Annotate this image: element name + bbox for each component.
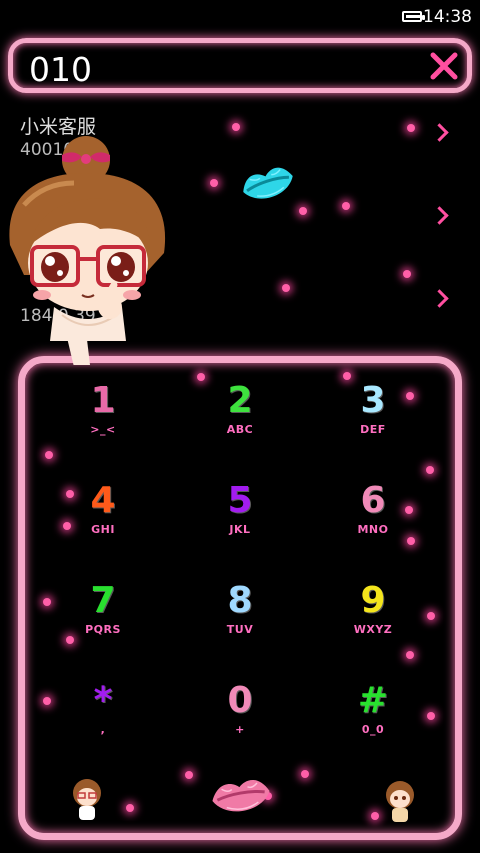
dialpad: 1 >_< 2 ABC 3 DEF 4 GHI 5 JKL 6 MNO 7 PQ… — [18, 356, 462, 840]
dialed-number-field[interactable]: 010 — [8, 38, 472, 93]
sparkle — [403, 270, 411, 278]
cyan-lips-icon — [243, 167, 293, 199]
chevron-right-icon[interactable] — [430, 123, 449, 142]
key-digit: # — [357, 680, 389, 721]
key-digit: 8 — [227, 580, 253, 621]
key-digit: * — [93, 680, 113, 721]
key-letters: JKL — [229, 523, 251, 536]
sparkle — [210, 179, 218, 187]
key-digit: 4 — [90, 480, 116, 521]
key-digit: 2 — [227, 380, 253, 421]
clock: 14:38 — [423, 7, 472, 27]
key-letters: PQRS — [85, 623, 121, 636]
key-5[interactable]: 5 JKL — [175, 481, 305, 561]
girl-avatar-icon[interactable] — [380, 779, 420, 825]
pink-lips-icon[interactable] — [209, 771, 273, 821]
key-letters: >_< — [90, 423, 116, 436]
key-digit: 1 — [90, 380, 116, 421]
key-3[interactable]: 3 DEF — [308, 381, 438, 461]
key-digit: 7 — [90, 580, 116, 621]
sparkle — [342, 202, 350, 210]
key-letters: DEF — [360, 423, 386, 436]
key-star[interactable]: * , — [38, 681, 168, 761]
key-6[interactable]: 6 MNO — [308, 481, 438, 561]
sparkle — [282, 284, 290, 292]
key-letters: MNO — [357, 523, 389, 536]
key-8[interactable]: 8 TUV — [175, 581, 305, 661]
key-letters: WXYZ — [353, 623, 393, 636]
key-0[interactable]: 0 + — [175, 681, 305, 761]
key-letters: TUV — [226, 623, 254, 636]
key-letters: GHI — [91, 523, 115, 536]
girl-avatar-icon[interactable] — [67, 777, 107, 823]
key-digit: 3 — [360, 380, 386, 421]
key-4[interactable]: 4 GHI — [38, 481, 168, 561]
key-digit: 0 — [227, 680, 253, 721]
key-letters: ABC — [226, 423, 254, 436]
girl-character-icon — [9, 136, 166, 365]
key-2[interactable]: 2 ABC — [175, 381, 305, 461]
key-9[interactable]: 9 WXYZ — [308, 581, 438, 661]
battery-icon — [402, 11, 425, 22]
key-letters: , — [100, 723, 106, 736]
key-digit: 9 — [360, 580, 386, 621]
key-letters: + — [235, 723, 245, 736]
key-hash[interactable]: # 0_0 — [308, 681, 438, 761]
chevron-right-icon[interactable] — [430, 289, 449, 308]
dialed-number-text: 010 — [29, 50, 92, 89]
key-letters: 0_0 — [361, 723, 385, 736]
key-digit: 6 — [360, 480, 386, 521]
clear-icon[interactable] — [427, 49, 461, 83]
key-digit: 5 — [227, 480, 253, 521]
sparkle — [299, 207, 307, 215]
status-bar: 14:38 — [0, 0, 480, 36]
key-1[interactable]: 1 >_< — [38, 381, 168, 461]
sparkle — [232, 123, 240, 131]
chevron-right-icon[interactable] — [430, 206, 449, 225]
key-7[interactable]: 7 PQRS — [38, 581, 168, 661]
sparkle — [407, 124, 415, 132]
